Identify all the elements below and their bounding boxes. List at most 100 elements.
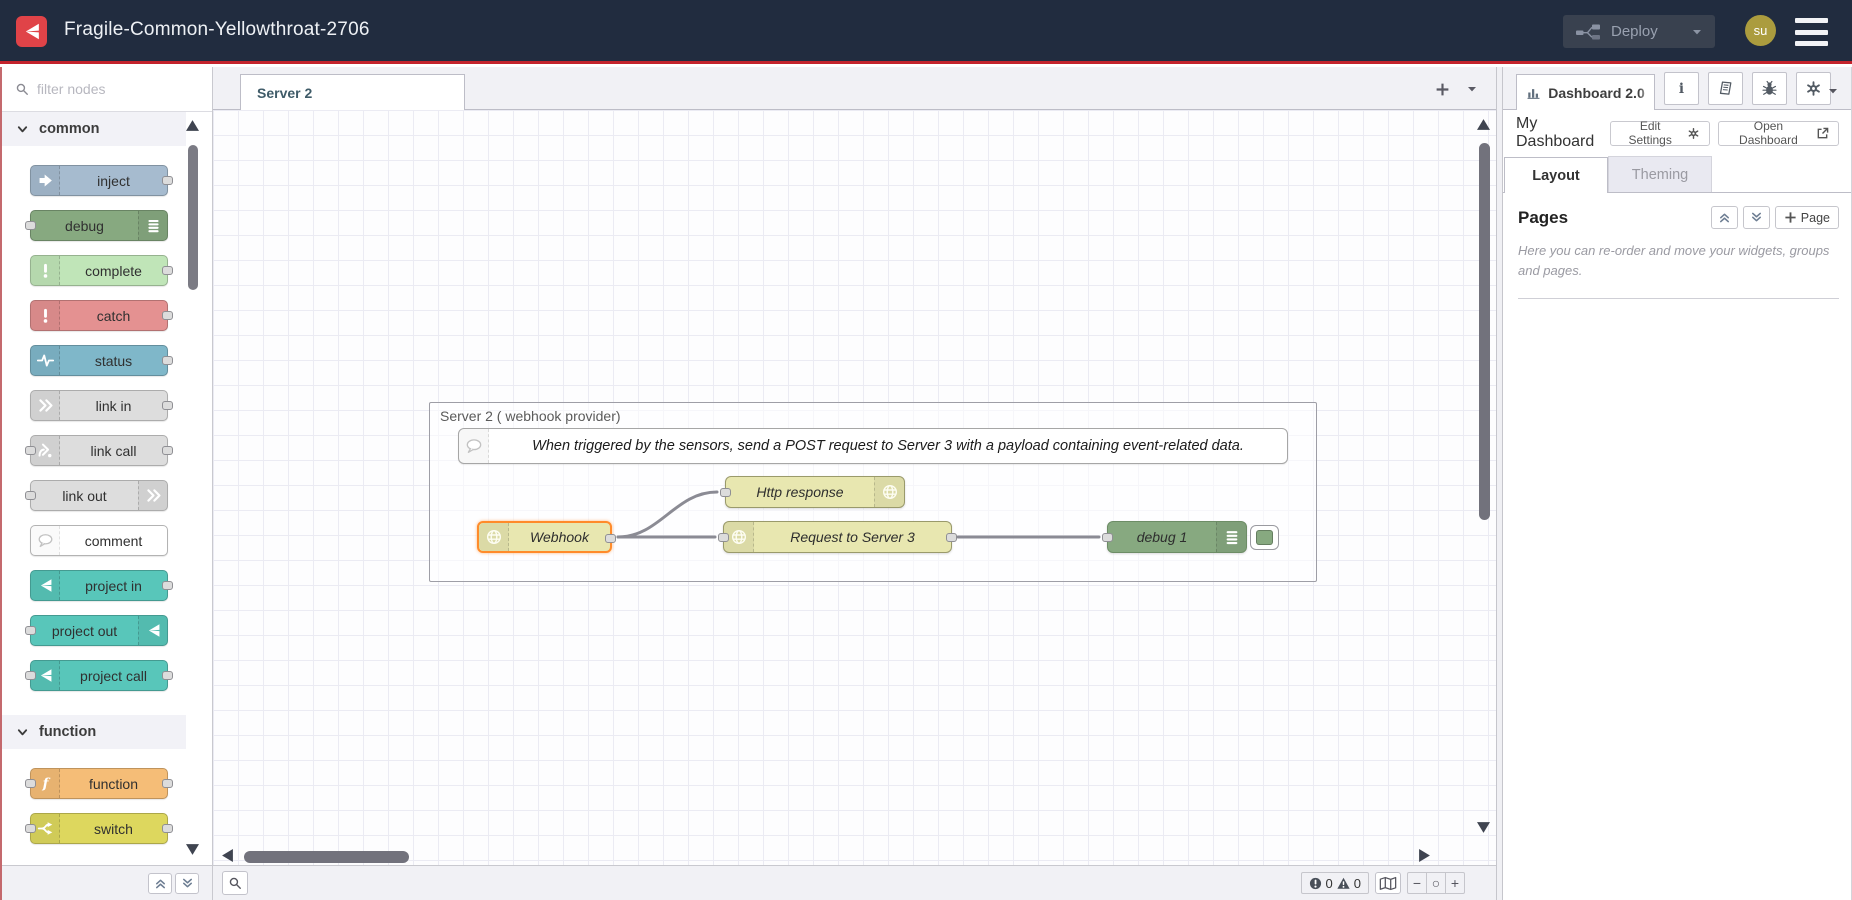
tab-layout[interactable]: Layout bbox=[1504, 157, 1608, 193]
palette-node-project-call[interactable]: project call bbox=[30, 660, 168, 691]
tab-theming[interactable]: Theming bbox=[1608, 156, 1712, 192]
palette-node-function[interactable]: f function bbox=[30, 768, 168, 799]
input-port[interactable] bbox=[25, 779, 36, 788]
svg-text:f: f bbox=[41, 776, 50, 792]
canvas-scroll-down-icon[interactable] bbox=[1477, 822, 1492, 835]
canvas-scroll-left-icon[interactable] bbox=[222, 849, 237, 862]
input-port[interactable] bbox=[25, 446, 36, 455]
flow-node-request[interactable]: Request to Server 3 bbox=[723, 521, 952, 553]
flow-node-http_response[interactable]: Http response bbox=[725, 476, 905, 508]
move-page-down-button[interactable] bbox=[1743, 206, 1770, 229]
main-menu-button[interactable] bbox=[1795, 18, 1828, 46]
palette-node-link-out[interactable]: link out bbox=[30, 480, 168, 511]
zoom-in-button[interactable]: + bbox=[1445, 872, 1465, 894]
palette-scroll-down-icon[interactable] bbox=[186, 844, 200, 855]
palette-category-header-common[interactable]: common bbox=[0, 112, 186, 146]
input-port[interactable] bbox=[25, 221, 36, 230]
window-left-edge bbox=[0, 67, 2, 900]
sidebar-info-button[interactable]: i bbox=[1664, 72, 1699, 105]
palette-node-inject[interactable]: inject bbox=[30, 165, 168, 196]
palette-node-debug[interactable]: debug bbox=[30, 210, 168, 241]
zoom-reset-button[interactable]: ○ bbox=[1426, 872, 1446, 894]
sidebar-splitter[interactable] bbox=[1496, 67, 1503, 900]
palette-category-header-function[interactable]: function bbox=[0, 715, 186, 749]
sidebar-tabbar: Dashboard 2.0 i bbox=[1503, 67, 1852, 110]
add-flow-button[interactable] bbox=[1432, 79, 1452, 99]
output-port[interactable] bbox=[162, 311, 173, 320]
open-dashboard-button[interactable]: Open Dashboard bbox=[1718, 121, 1839, 146]
output-port[interactable] bbox=[162, 401, 173, 410]
output-port[interactable] bbox=[162, 779, 173, 788]
flow-list-caret-icon[interactable] bbox=[1462, 79, 1482, 99]
output-port[interactable] bbox=[162, 581, 173, 590]
palette-node-catch[interactable]: catch bbox=[30, 300, 168, 331]
palette-scroll-up-icon[interactable] bbox=[186, 120, 200, 131]
palette-node-switch[interactable]: switch bbox=[30, 813, 168, 844]
output-port[interactable] bbox=[162, 176, 173, 185]
dashboard-header: My Dashboard Edit Settings Open Dashboar… bbox=[1503, 110, 1852, 156]
input-port[interactable] bbox=[720, 488, 731, 497]
notifications-counts[interactable]: 0 0 bbox=[1301, 872, 1369, 894]
output-port[interactable] bbox=[605, 534, 616, 543]
output-port[interactable] bbox=[162, 266, 173, 275]
input-port[interactable] bbox=[25, 824, 36, 833]
add-page-button[interactable]: Page bbox=[1775, 206, 1839, 229]
palette-node-label: inject bbox=[60, 166, 167, 195]
move-page-up-button[interactable] bbox=[1711, 206, 1738, 229]
palette-node-project-in[interactable]: project in bbox=[30, 570, 168, 601]
output-port[interactable] bbox=[162, 446, 173, 455]
flow-node-debug1[interactable]: debug 1 bbox=[1107, 521, 1247, 553]
palette-scrollbar-thumb[interactable] bbox=[188, 145, 198, 290]
flow-tab-server2[interactable]: Server 2 bbox=[240, 74, 465, 110]
input-port[interactable] bbox=[1102, 533, 1113, 542]
output-port[interactable] bbox=[162, 824, 173, 833]
input-port[interactable] bbox=[718, 533, 729, 542]
canvas-search-button[interactable] bbox=[222, 871, 248, 895]
palette-node-project-out[interactable]: project out bbox=[30, 615, 168, 646]
input-port[interactable] bbox=[25, 626, 36, 635]
palette-collapse-all-button[interactable] bbox=[148, 873, 172, 894]
canvas-hscrollbar-thumb[interactable] bbox=[244, 851, 409, 863]
flow-node-label: Webhook bbox=[509, 523, 610, 551]
debug-toggle-button[interactable] bbox=[1250, 525, 1279, 550]
output-port[interactable] bbox=[162, 671, 173, 680]
palette-node-label: debug bbox=[31, 211, 138, 240]
palette-node-label: link call bbox=[60, 436, 167, 465]
palette-node-label: comment bbox=[60, 526, 167, 555]
flow-node-webhook[interactable]: Webhook bbox=[477, 521, 612, 553]
canvas-scroll-up-icon[interactable] bbox=[1477, 119, 1492, 132]
deploy-button[interactable]: Deploy bbox=[1563, 15, 1715, 48]
comment-node[interactable]: When triggered by the sensors, send a PO… bbox=[458, 428, 1288, 464]
palette-filter bbox=[0, 67, 212, 112]
palette-node-label: function bbox=[60, 769, 167, 798]
palette-footer bbox=[0, 865, 212, 900]
sidebar-tab-dashboard[interactable]: Dashboard 2.0 bbox=[1516, 74, 1655, 110]
sidebar-tabs-caret-icon[interactable] bbox=[1827, 85, 1839, 97]
comment-bubble-icon bbox=[459, 429, 489, 463]
sidebar-config-button[interactable] bbox=[1796, 72, 1831, 105]
bar-chart-icon bbox=[1526, 85, 1541, 100]
input-port[interactable] bbox=[25, 671, 36, 680]
output-port[interactable] bbox=[162, 356, 173, 365]
palette-node-status[interactable]: status bbox=[30, 345, 168, 376]
canvas-scroll-right-icon[interactable] bbox=[1419, 849, 1434, 862]
sidebar-debug-messages-button[interactable] bbox=[1752, 72, 1787, 105]
palette-node-link-call[interactable]: link call bbox=[30, 435, 168, 466]
palette-filter-input[interactable] bbox=[37, 81, 187, 97]
minimap-button[interactable] bbox=[1375, 872, 1401, 894]
palette-node-link-in[interactable]: link in bbox=[30, 390, 168, 421]
canvas-vscrollbar-thumb[interactable] bbox=[1479, 143, 1490, 520]
sidebar-docs-button[interactable] bbox=[1708, 72, 1743, 105]
exclaim-icon bbox=[31, 256, 60, 285]
user-avatar[interactable]: su bbox=[1745, 15, 1776, 46]
palette-node-complete[interactable]: complete bbox=[30, 255, 168, 286]
palette-node-comment[interactable]: comment bbox=[30, 525, 168, 556]
deploy-options-caret-icon[interactable] bbox=[1691, 26, 1703, 38]
palette-expand-all-button[interactable] bbox=[175, 873, 199, 894]
output-port[interactable] bbox=[946, 533, 957, 542]
zoom-out-button[interactable]: − bbox=[1407, 872, 1427, 894]
edit-settings-button[interactable]: Edit Settings bbox=[1610, 121, 1709, 146]
bars-icon bbox=[138, 211, 167, 240]
flow-canvas[interactable]: Server 2 ( webhook provider) When trigge… bbox=[213, 110, 1496, 865]
input-port[interactable] bbox=[25, 491, 36, 500]
